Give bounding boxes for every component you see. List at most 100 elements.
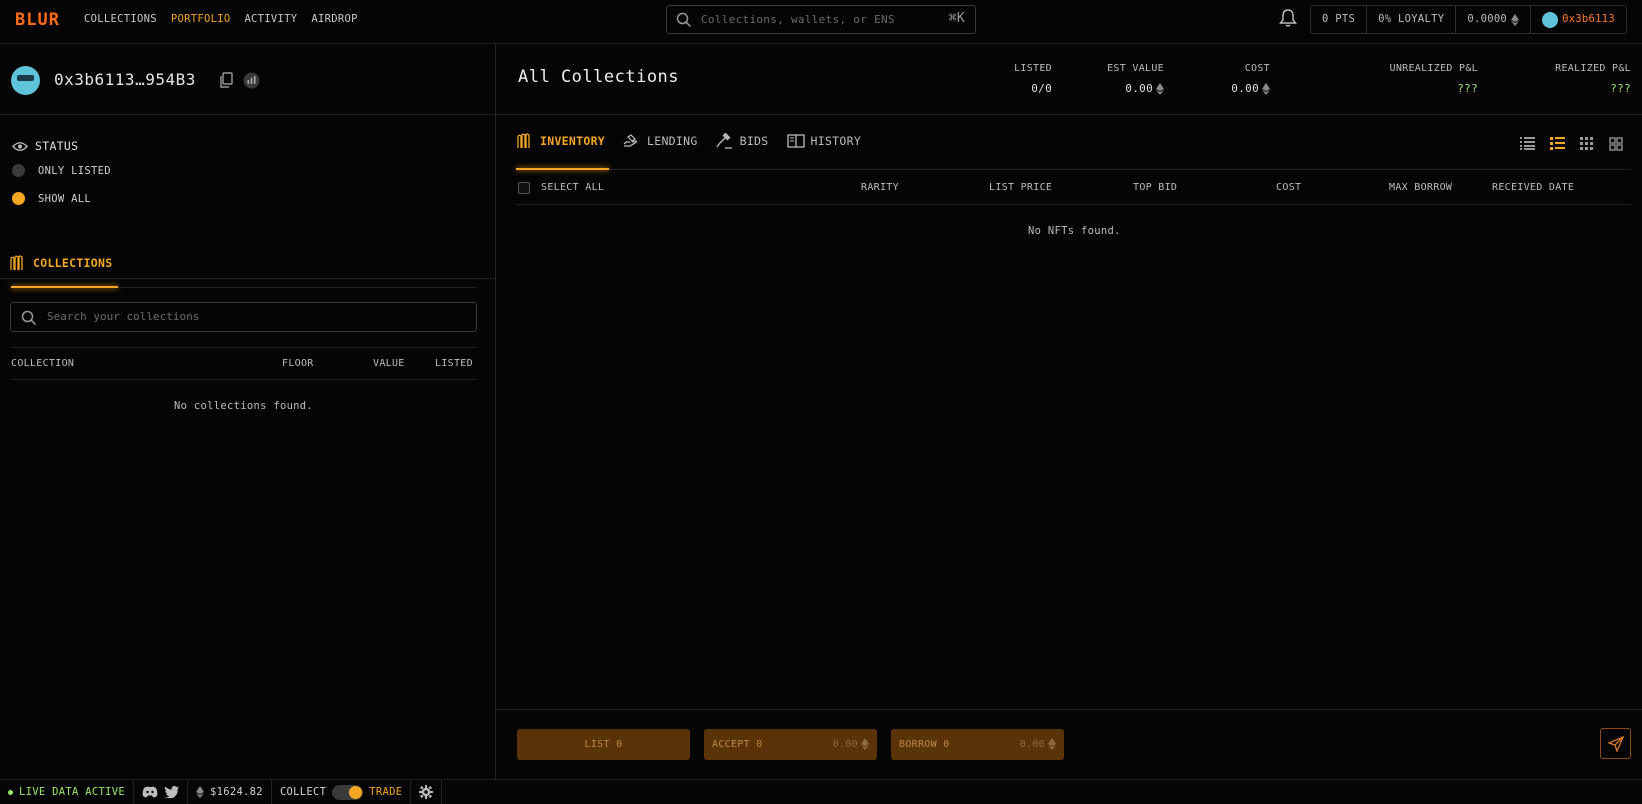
tab-label: LENDING [647,134,698,148]
radio-show-all[interactable]: SHOW ALL [12,192,91,205]
eth-price-value: $1624.82 [209,786,263,798]
eye-icon [12,141,28,151]
collections-empty-message: No collections found. [174,400,314,412]
stat-unrealized-pnl: UNREALIZED P&L ??? [1390,63,1479,95]
tab-lending[interactable]: LENDING [623,133,698,149]
profile-address: 0x3b6113…954B3 [54,70,196,89]
list-view-icon[interactable] [1520,137,1535,151]
col-list-price[interactable]: LIST PRICE [989,182,1052,193]
collections-tab-label: COLLECTIONS [33,256,113,270]
tab-label: HISTORY [810,134,862,148]
stat-cost: COST 0.00 [1231,63,1270,95]
mode-toggle[interactable] [332,784,364,800]
status-heading: STATUS [12,139,78,153]
select-all-checkbox[interactable] [518,182,530,194]
view-toggle [1520,137,1623,151]
balance-pill[interactable]: 0.0000 [1456,6,1532,33]
nft-empty-message: No NFTs found. [1028,225,1121,237]
transfer-button[interactable] [1600,728,1631,759]
tab-inventory[interactable]: INVENTORY [516,133,605,149]
borrow-button[interactable]: BORROW 0 0.00 [891,729,1064,760]
gear-icon[interactable] [419,785,434,799]
nav-portfolio[interactable]: PORTFOLIO [171,13,231,25]
eth-price: $1624.82 [188,780,272,804]
nav-activity[interactable]: ACTIVITY [244,13,297,25]
stat-value: 0.00 [1107,82,1164,95]
stat-value: 0/0 [1031,82,1052,95]
radio-only-listed[interactable]: ONLY LISTED [12,164,111,177]
status-title: STATUS [35,139,79,153]
list-button-label: LIST 0 [584,739,623,750]
col-floor[interactable]: FLOOR [282,358,314,369]
col-rarity[interactable]: RARITY [861,182,899,193]
live-dot [8,789,13,795]
settings [411,780,443,804]
tab-label: BIDS [739,134,769,148]
stat-value: ??? [1610,82,1631,95]
search-placeholder: Collections, wallets, or ENS [701,13,895,26]
stat-realized-pnl: REALIZED P&L ??? [1555,63,1631,95]
stat-label: COST [1244,63,1270,74]
col-collection[interactable]: COLLECTION [11,358,74,369]
small-grid-view-icon[interactable] [1580,137,1594,151]
search-icon [21,310,37,326]
radio-circle [12,164,25,177]
page-title: All Collections [518,67,680,87]
tab-history[interactable]: HISTORY [786,133,862,149]
lending-icon [623,134,637,147]
collections-tab-indicator [11,286,118,288]
stat-value: ??? [1457,82,1478,95]
eth-icon [1262,82,1270,95]
profile-avatar [11,66,40,95]
stat-label: UNREALIZED P&L [1389,63,1478,74]
eth-icon [1511,13,1520,26]
nav-airdrop[interactable]: AIRDROP [311,13,357,25]
send-icon [1608,736,1624,752]
notifications-bell-icon[interactable] [1277,7,1299,29]
discord-icon[interactable] [142,786,158,798]
radio-label: ONLY LISTED [38,164,111,177]
list-button[interactable]: LIST 0 [517,729,690,760]
twitter-icon[interactable] [163,786,179,798]
collections-search[interactable] [10,302,477,332]
blur-logo[interactable]: BLUR [15,10,60,30]
main-nav: COLLECTIONS PORTFOLIO ACTIVITY AIRDROP [84,13,358,25]
loyalty-pill[interactable]: 0% LOYALTY [1367,6,1457,33]
search-shortcut: ⌘K [948,11,965,26]
collections-icon [10,255,23,270]
accept-button[interactable]: ACCEPT 0 0.00 [704,729,877,760]
eth-icon [195,786,204,798]
borrow-amount: 0.00 [1020,738,1056,750]
status-bar: LIVE DATA ACTIVE $1624.82 COLLECT TRADE [0,779,1642,804]
inventory-icon [517,133,530,148]
copy-icon[interactable] [219,72,233,88]
wallet-pill[interactable]: 0x3b6113 [1531,6,1626,33]
etherscan-icon[interactable] [243,72,260,89]
stat-label: REALIZED P&L [1555,63,1631,74]
large-grid-view-icon[interactable] [1609,137,1623,151]
nft-table-header: SELECT ALL RARITY LIST PRICE TOP BID COS… [516,170,1631,205]
col-cost[interactable]: COST [1276,182,1301,193]
collections-tab[interactable]: COLLECTIONS [9,255,112,271]
gavel-icon [716,133,732,149]
tab-bids[interactable]: BIDS [716,133,769,149]
nav-collections[interactable]: COLLECTIONS [84,13,157,25]
col-listed[interactable]: LISTED [435,358,473,369]
global-search-input[interactable]: Collections, wallets, or ENS ⌘K [666,5,976,34]
points-pill[interactable]: 0 PTS [1311,6,1368,33]
balance-value: 0.0000 [1467,13,1508,25]
col-select-all[interactable]: SELECT ALL [541,182,604,193]
collections-search-input[interactable] [45,309,449,324]
col-max-borrow[interactable]: MAX BORROW [1389,182,1452,193]
borrow-button-label: BORROW 0 [899,739,950,750]
tab-label: INVENTORY [540,134,606,148]
col-top-bid[interactable]: TOP BID [1133,182,1177,193]
stat-value: 0.00 [1231,82,1270,95]
col-value[interactable]: VALUE [373,358,405,369]
bulk-action-bar: LIST 0 ACCEPT 0 0.00 BORROW 0 0.00 [496,709,1642,779]
accept-button-label: ACCEPT 0 [712,739,763,750]
detailed-list-view-icon[interactable] [1550,137,1565,151]
radio-label: SHOW ALL [38,192,91,205]
col-received-date[interactable]: RECEIVED DATE [1492,182,1574,193]
book-icon [786,134,805,148]
